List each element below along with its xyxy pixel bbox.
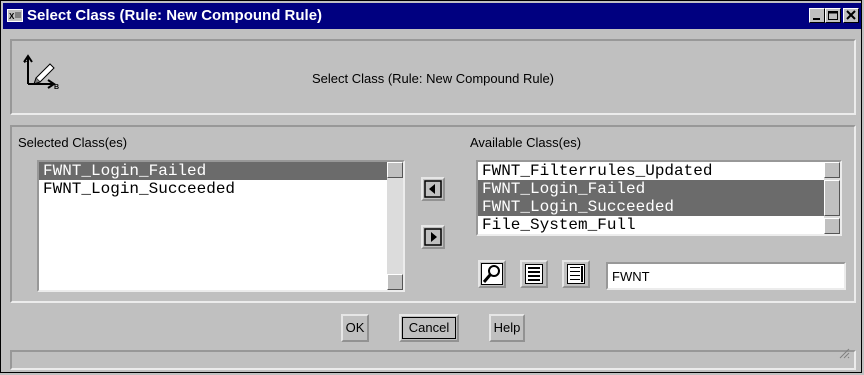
header-panel: A B Select Class (Rule: New Compound Rul…: [10, 39, 856, 115]
selected-classes-label: Selected Class(es): [18, 135, 128, 150]
dialog-window: X Select Class (Rule: New Compound Rule)…: [0, 0, 862, 373]
list-item[interactable]: File_System_Full: [478, 216, 840, 234]
find-button[interactable]: [478, 260, 506, 288]
help-button[interactable]: Help: [489, 314, 525, 342]
list-item[interactable]: FWNT_Login_Succeeded: [39, 180, 403, 198]
vertical-scrollbar[interactable]: [387, 162, 403, 290]
select-all-icon: [525, 264, 543, 284]
resize-grip-icon[interactable]: [838, 346, 850, 364]
minimize-button[interactable]: [809, 8, 825, 23]
scroll-up-button[interactable]: [387, 162, 403, 178]
close-icon: [846, 10, 856, 20]
class-filter-input[interactable]: FWNT: [606, 262, 846, 290]
maximize-icon: [828, 11, 838, 20]
scroll-down-button[interactable]: [824, 218, 840, 234]
header-title: Select Class (Rule: New Compound Rule): [311, 71, 555, 86]
selected-classes-list[interactable]: FWNT_Login_Failed FWNT_Login_Succeeded: [37, 160, 405, 292]
select-all-button[interactable]: [520, 260, 548, 288]
close-button[interactable]: [843, 8, 859, 23]
available-classes-label: Available Class(es): [470, 135, 582, 150]
list-item[interactable]: FWNT_Login_Failed: [39, 162, 403, 180]
title-bar[interactable]: X Select Class (Rule: New Compound Rule): [3, 3, 861, 29]
remove-class-button[interactable]: [421, 225, 445, 249]
deselect-all-icon: [567, 264, 585, 284]
add-class-button[interactable]: [421, 177, 445, 201]
find-icon: [481, 263, 503, 285]
status-bar: [10, 348, 856, 370]
list-item[interactable]: FWNT_Filterrules_Updated: [478, 162, 840, 180]
arrow-right-icon: [424, 228, 442, 246]
scroll-down-button[interactable]: [387, 274, 403, 290]
minimize-icon: [813, 18, 820, 20]
svg-text:X: X: [9, 12, 15, 21]
ok-button[interactable]: OK: [341, 314, 369, 342]
window-title: Select Class (Rule: New Compound Rule): [27, 7, 323, 24]
list-item[interactable]: FWNT_Login_Succeeded: [478, 198, 840, 216]
x-window-icon[interactable]: X: [7, 8, 23, 24]
svg-text:A: A: [24, 58, 29, 65]
vertical-scrollbar[interactable]: [824, 162, 840, 234]
available-classes-list[interactable]: FWNT_Filterrules_Updated FWNT_Login_Fail…: [476, 160, 842, 236]
scroll-thumb[interactable]: [824, 180, 840, 216]
cancel-button[interactable]: Cancel: [399, 314, 459, 342]
list-item[interactable]: FWNT_Login_Failed: [478, 180, 840, 198]
maximize-button[interactable]: [825, 8, 841, 23]
deselect-all-button[interactable]: [562, 260, 590, 288]
scroll-up-button[interactable]: [824, 162, 840, 178]
main-panel: Selected Class(es) Available Class(es) F…: [10, 125, 856, 303]
arrow-left-icon: [424, 180, 442, 198]
